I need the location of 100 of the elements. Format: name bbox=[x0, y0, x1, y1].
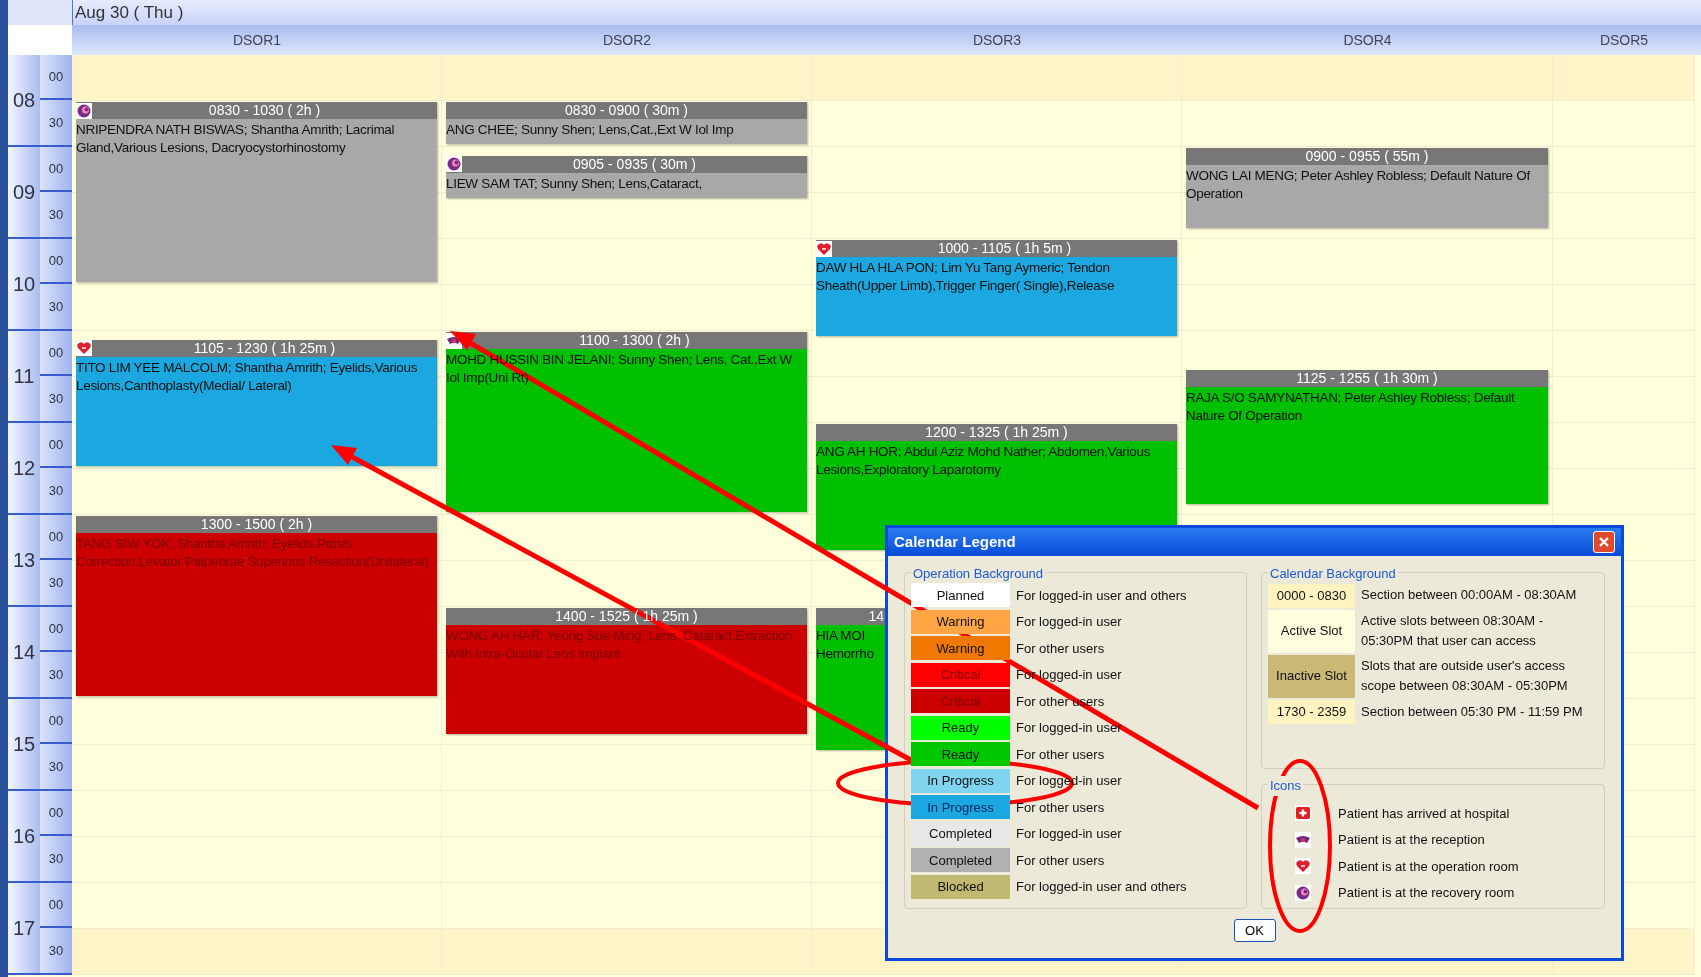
color-swatch: Critical bbox=[911, 689, 1010, 714]
column-header: DSOR4 bbox=[1343, 30, 1392, 50]
event-block[interactable]: 1400 - 1525 ( 1h 25m ) WONG AH HAR; Yeong Sue Ming; Lens, Cataract,Extraction With Intra-Ocular Lens Implant bbox=[446, 608, 807, 735]
event-time: 14 bbox=[868, 608, 884, 625]
column-header: DSOR3 bbox=[972, 30, 1022, 50]
event-text: TITO LIM YEE MALCOLM; Shantha Amrith; Eyelids,Various Lesions,Canthoplasty(Medial/ Lateral) bbox=[76, 358, 419, 395]
event-text: ANG CHEE; Sunny Shen; Lens,Cat.,Ext W Iol Imp bbox=[446, 121, 735, 139]
minute-label: 30 bbox=[48, 389, 64, 408]
color-swatch: Inactive Slot bbox=[1268, 654, 1355, 698]
column-header: DSOR1 bbox=[232, 30, 282, 50]
header-corner bbox=[8, 0, 72, 25]
minute-label: 30 bbox=[48, 573, 64, 592]
minute-label: 30 bbox=[48, 665, 64, 684]
event-block[interactable]: 1105 - 1230 ( 1h 25m ) TITO LIM YEE MALCOLM; Shantha Amrith; Eyelids,Various Lesions,Canthoplasty(Medial/ Lateral) bbox=[76, 339, 437, 466]
event-text: RAJA S/O SAMYNATHAN; Peter Ashley Robless; Default Nature Of Operation bbox=[1186, 389, 1516, 426]
color-swatch: Warning bbox=[911, 609, 1010, 634]
header-corner bbox=[8, 25, 72, 55]
legend-description: Slots that are outside user's access scope between 08:30AM - 05:30PM bbox=[1361, 657, 1569, 695]
legend-description: For logged-in user and others bbox=[1016, 878, 1187, 896]
event-block[interactable]: 0830 - 1030 ( 2h ) NRIPENDRA NATH BISWAS; Shantha Amrith; Lacrimal Gland,Various Lesions, Dacryocystorhinostomy bbox=[76, 102, 437, 282]
hour-label: 17 bbox=[12, 916, 36, 941]
cross-icon bbox=[1295, 805, 1311, 822]
minute-label: 00 bbox=[48, 803, 64, 822]
legend-description: Patient is at the reception bbox=[1338, 831, 1485, 849]
minute-label: 00 bbox=[48, 619, 64, 638]
hour-label: 15 bbox=[12, 732, 36, 757]
event-text: HIA MOI Hemorrho bbox=[816, 627, 875, 663]
event-text: WONG AH HAR; Yeong Sue Ming; Lens, Cataract,Extraction With Intra-Ocular Lens Implant bbox=[446, 627, 794, 663]
legend-description: Patient is at the recovery room bbox=[1338, 884, 1515, 902]
minute-label: 30 bbox=[48, 481, 64, 500]
column-header: DSOR2 bbox=[602, 30, 652, 50]
minute-label: 00 bbox=[48, 251, 64, 270]
legend-description: Patient has arrived at hospital bbox=[1338, 804, 1510, 823]
legend-description: Section between 00:00AM - 08:30AM bbox=[1361, 586, 1578, 605]
minute-label: 00 bbox=[48, 711, 64, 730]
event-text: ANG AH HOR; Abdul Aziz Mohd Nather; Abdomen,Various Lesions,Exploratory Laparotomy bbox=[816, 443, 1152, 479]
event-text: DAW HLA HLA PON; Lim Yu Tang Aymeric; Tendon Sheath(Upper Limb),Trigger Finger( Single),Release bbox=[816, 259, 1116, 295]
event-time: 1125 - 1255 ( 1h 30m ) bbox=[1296, 370, 1438, 388]
event-time: 0905 - 0935 ( 30m ) bbox=[573, 155, 696, 173]
hour-label: 08 bbox=[12, 88, 36, 113]
legend-description: For other users bbox=[1016, 798, 1105, 817]
hour-label: 10 bbox=[12, 272, 36, 297]
color-swatch: Completed bbox=[911, 821, 1010, 846]
legend-description: For other users bbox=[1016, 851, 1105, 870]
event-time: 0830 - 1030 ( 2h ) bbox=[208, 102, 321, 119]
event-time: 1300 - 1500 ( 2h ) bbox=[200, 516, 313, 533]
minute-label: 00 bbox=[48, 67, 64, 86]
event-text: WONG LAI MENG; Peter Ashley Robless; Default Nature Of Operation bbox=[1186, 167, 1532, 203]
event-time: 0900 - 0955 ( 55m ) bbox=[1305, 148, 1429, 165]
minute-label: 30 bbox=[48, 205, 64, 224]
minute-label: 30 bbox=[48, 113, 64, 132]
legend-description: Patient is at the operation room bbox=[1338, 857, 1519, 876]
column-header: DSOR5 bbox=[1599, 30, 1649, 50]
color-swatch: Ready bbox=[911, 742, 1010, 767]
moon-icon bbox=[1295, 884, 1311, 901]
color-swatch: In Progress bbox=[911, 768, 1010, 793]
event-block[interactable]: 1125 - 1255 ( 1h 30m ) RAJA S/O SAMYNATHAN; Peter Ashley Robless; Default Nature Of Operation bbox=[1186, 370, 1548, 505]
hour-label: 11 bbox=[13, 364, 35, 389]
close-icon bbox=[1598, 536, 1610, 548]
legend-description: For other users bbox=[1016, 745, 1105, 764]
legend-description: For other users bbox=[1016, 639, 1105, 658]
event-block[interactable]: 1000 - 1105 ( 1h 5m ) DAW HLA HLA PON; Lim Yu Tang Aymeric; Tendon Sheath(Upper Limb),Trigger Finger( Single),Release bbox=[816, 240, 1177, 336]
event-block[interactable]: 1300 - 1500 ( 2h ) TANG SIW YOK; Shantha Amrith; Eyelids,Ptosis Correction,Levator Palpebrae Superioris Resection(Unilateral) bbox=[76, 516, 437, 696]
hour-label: 14 bbox=[12, 640, 36, 665]
heart-icon bbox=[1295, 858, 1311, 875]
ok-button[interactable]: OK bbox=[1233, 919, 1276, 942]
minute-label: 30 bbox=[48, 297, 64, 316]
color-swatch: Ready bbox=[911, 715, 1010, 740]
hour-label: 09 bbox=[12, 180, 36, 205]
color-swatch: Warning bbox=[911, 636, 1010, 661]
hour-label: 13 bbox=[12, 548, 36, 573]
color-swatch: Completed bbox=[911, 848, 1010, 873]
color-swatch: Critical bbox=[911, 662, 1010, 687]
minute-label: 00 bbox=[48, 159, 64, 178]
dialog-title: Calendar Legend bbox=[894, 531, 1016, 552]
minute-label: 00 bbox=[48, 343, 64, 362]
event-block[interactable]: 0905 - 0935 ( 30m ) LIEW SAM TAT; Sunny Shen; Lens,Cataract, bbox=[446, 155, 807, 198]
event-text: TANG SIW YOK; Shantha Amrith; Eyelids,Ptosis Correction,Levator Palpebrae Superioris Resection(Unilateral) bbox=[76, 535, 430, 571]
close-button[interactable] bbox=[1593, 531, 1615, 553]
color-swatch: Planned bbox=[911, 583, 1010, 608]
color-swatch: 1730 - 2359 bbox=[1268, 699, 1355, 724]
legend-description: For logged-in user bbox=[1016, 825, 1122, 843]
heart-icon bbox=[76, 340, 92, 357]
color-swatch: In Progress bbox=[911, 795, 1010, 820]
legend-description: Section between 05:30 PM - 11:59 PM bbox=[1361, 702, 1584, 721]
legend-description: For logged-in user bbox=[1016, 613, 1122, 631]
event-block[interactable]: 0830 - 0900 ( 30m ) ANG CHEE; Sunny Shen; Lens,Cat.,Ext W Iol Imp bbox=[446, 102, 807, 144]
minute-label: 00 bbox=[48, 895, 64, 914]
minute-label: 30 bbox=[48, 757, 64, 776]
event-time: 0830 - 0900 ( 30m ) bbox=[565, 102, 688, 119]
heart-icon bbox=[816, 240, 832, 257]
legend-description: For logged-in user and others bbox=[1016, 586, 1187, 605]
event-text: NRIPENDRA NATH BISWAS; Shantha Amrith; Lacrimal Gland,Various Lesions, Dacryocystorhinostomy bbox=[76, 121, 396, 157]
legend-description: Active slots between 08:30AM - 05:30PM that user can access bbox=[1361, 612, 1545, 650]
event-block[interactable]: 0900 - 0955 ( 55m ) WONG LAI MENG; Peter Ashley Robless; Default Nature Of Operation bbox=[1186, 148, 1548, 229]
event-time: 1400 - 1525 ( 1h 25m ) bbox=[555, 608, 698, 625]
group-title: Icons bbox=[1268, 776, 1304, 796]
event-time: 1200 - 1325 ( 1h 25m ) bbox=[925, 424, 1068, 441]
color-swatch: Blocked bbox=[911, 874, 1010, 899]
minute-label: 30 bbox=[48, 941, 64, 960]
